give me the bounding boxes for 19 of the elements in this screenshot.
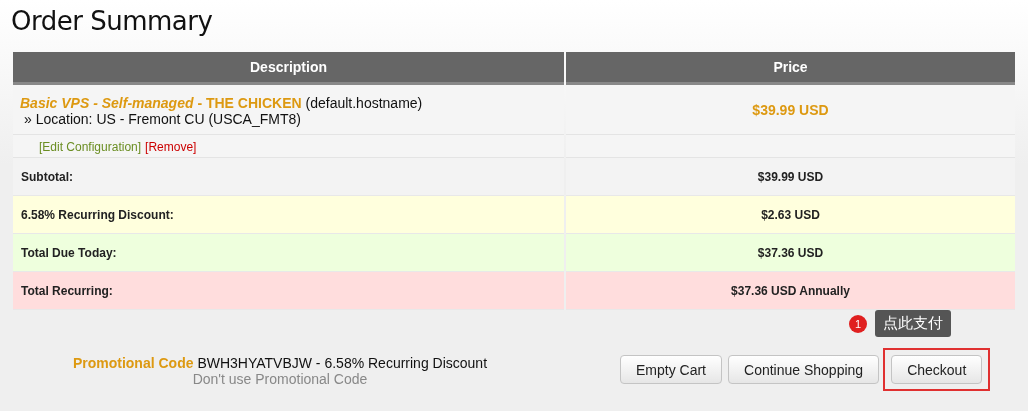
total-value: $39.99 USD — [566, 158, 1015, 196]
total-label: 6.58% Recurring Discount: — [13, 196, 564, 234]
edit-link[interactable]: [Edit Configuration] — [39, 140, 142, 154]
promo-code-text: Promotional Code BWH3HYATVBJW - 6.58% Recurring Discount — [72, 355, 488, 371]
total-value: $37.36 USD — [566, 234, 1015, 272]
tooltip: 点此支付 — [875, 310, 951, 337]
action-button[interactable]: Checkout — [891, 355, 983, 384]
total-label: Total Due Today: — [13, 234, 564, 272]
remove-link[interactable]: [Remove] — [145, 140, 197, 154]
action-button[interactable]: Empty Cart — [620, 355, 722, 384]
action-button[interactable]: Continue Shopping — [728, 355, 880, 384]
total-value: $2.63 USD — [566, 196, 1015, 234]
total-value: $37.36 USD Annually — [566, 272, 1015, 310]
column-header: Price — [566, 52, 1015, 85]
page-title: Order Summary — [10, 5, 214, 38]
step-badge: 1 — [849, 314, 867, 333]
total-label: Total Recurring: — [13, 272, 564, 310]
column-header: Description — [13, 52, 564, 85]
total-label: Subtotal: — [13, 158, 564, 196]
